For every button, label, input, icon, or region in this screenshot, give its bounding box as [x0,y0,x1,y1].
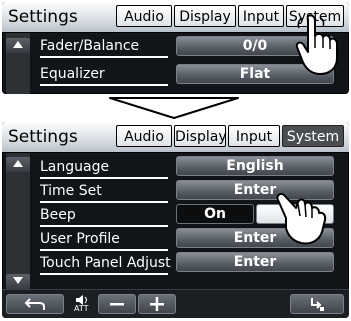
volume-down-button[interactable] [98,294,136,314]
touch-panel-adjust-button[interactable]: Enter [176,252,334,272]
up-arrow-icon [13,41,23,48]
up-arrow-icon [13,160,23,167]
scroll-up-button[interactable] [6,157,30,172]
back-button[interactable] [6,294,64,314]
row-label-equalizer: Equalizer [40,66,168,86]
volume-down-icon [110,303,124,306]
beep-on-button[interactable]: On [176,204,254,224]
tap-hand-icon [276,192,327,245]
tab-display[interactable]: Display [174,5,236,27]
row-label-user-profile: User Profile [40,231,168,251]
page-title: Settings [8,7,78,27]
att-button[interactable]: ATT [68,294,96,314]
row-label-beep: Beep [40,207,168,227]
scroll-up-button[interactable] [6,38,30,53]
bottom-control-bar: ATT [2,289,349,318]
return-to-source-icon [311,298,324,311]
att-label: ATT [74,304,89,313]
scroll-down-button[interactable] [6,274,30,289]
tab-audio[interactable]: Audio [116,125,172,147]
tab-input[interactable]: Input [238,5,284,27]
row-label-touch-panel-adjust: Touch Panel Adjust [40,255,171,275]
tab-display[interactable]: Display [174,125,227,147]
row-label-fader-balance: Fader/Balance [40,38,168,58]
language-button[interactable]: English [176,156,334,176]
return-to-source-button[interactable] [290,294,344,314]
scroll-track [6,153,30,291]
volume-up-icon [150,297,164,311]
down-arrow-icon [13,277,23,284]
volume-up-button[interactable] [138,294,176,314]
row-label-time-set: Time Set [40,183,168,203]
header-bar: Settings Audio Display Input System [2,122,349,153]
tab-system[interactable]: System [282,125,344,147]
tab-input[interactable]: Input [228,125,280,147]
back-icon [24,298,45,310]
tab-audio[interactable]: Audio [116,5,172,27]
page-title: Settings [8,127,78,147]
row-label-language: Language [40,159,168,179]
transition-arrow-icon [109,97,239,119]
tap-hand-icon [295,14,338,75]
